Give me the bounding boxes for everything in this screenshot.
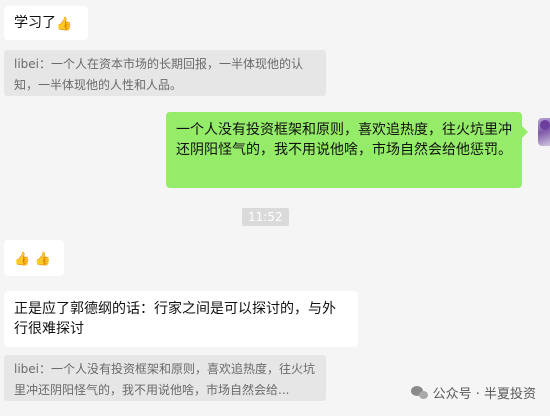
quote-text: libei：一个人在资本市场的长期回报，一半体现他的认知，一半体现他的人性和人品…: [14, 57, 304, 92]
wechat-icon: [410, 385, 429, 400]
quoted-message-1[interactable]: libei：一个人在资本市场的长期回报，一半体现他的认知，一半体现他的人性和人品…: [4, 50, 326, 96]
watermark: 公众号 · 半夏投资: [410, 383, 536, 402]
message-text: 一个人没有投资框架和原则，喜欢追热度，往火坑里冲还阴阳怪气的，我不用说他啥，市场…: [176, 122, 512, 158]
message-bubble-2[interactable]: 一个人没有投资框架和原则，喜欢追热度，往火坑里冲还阴阳怪气的，我不用说他啥，市场…: [166, 112, 528, 188]
avatar-decoration: [540, 120, 550, 130]
timestamp: 11:52: [242, 208, 289, 226]
message-bubble-1[interactable]: 学习了👍: [4, 6, 88, 40]
thumbs-up-icon: 👍: [34, 252, 51, 267]
thumbs-up-icon: 👍: [56, 17, 73, 32]
watermark-text: 公众号 · 半夏投资: [432, 387, 536, 402]
thumbs-up-icon: 👍: [14, 252, 31, 267]
avatar[interactable]: [538, 118, 550, 146]
message-bubble-4[interactable]: 正是应了郭德纲的话：行家之间是可以探讨的，与外行很难探讨: [4, 291, 358, 347]
message-text: 正是应了郭德纲的话：行家之间是可以探讨的，与外行很难探讨: [14, 301, 336, 337]
message-bubble-3[interactable]: 👍 👍: [4, 240, 64, 276]
quoted-message-2[interactable]: libei：一个人没有投资框架和原则，喜欢追热度，往火坑里冲还阴阳怪气的，我不用…: [4, 355, 326, 401]
message-text: 学习了: [14, 15, 56, 31]
quote-text: libei：一个人没有投资框架和原则，喜欢追热度，往火坑里冲还阴阳怪气的，我不用…: [14, 362, 316, 397]
